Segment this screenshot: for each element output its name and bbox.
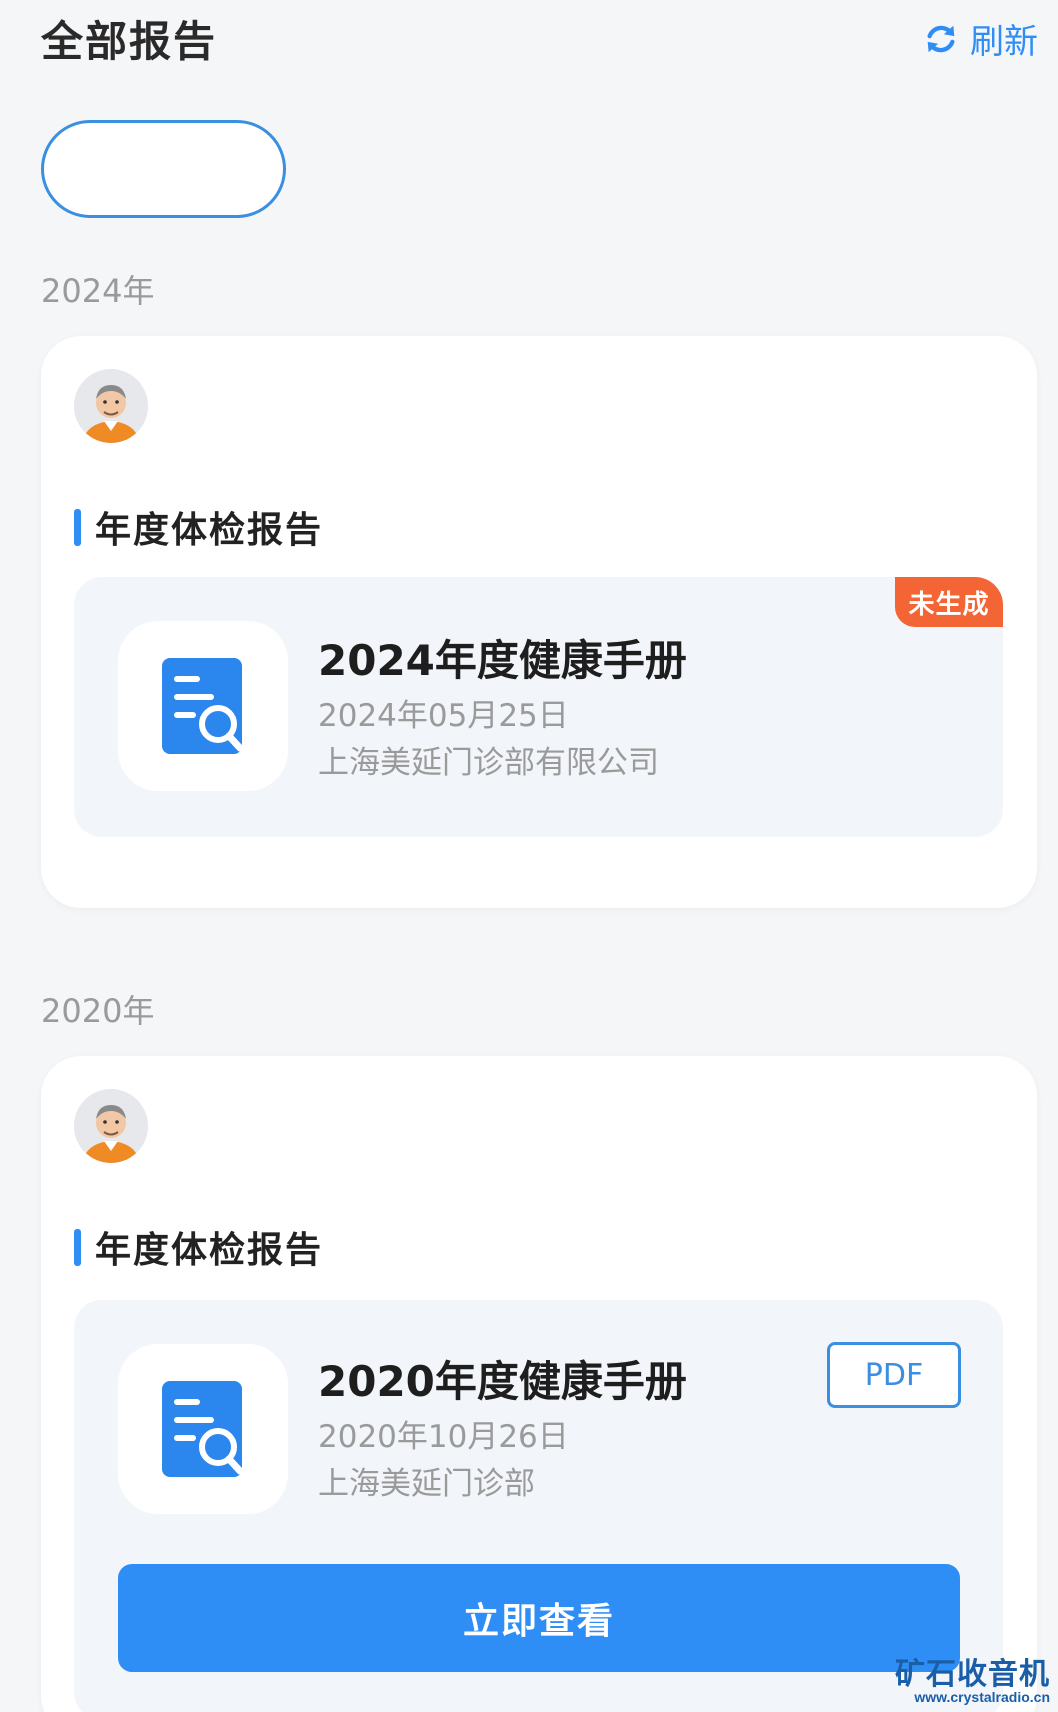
person-selector[interactable] <box>41 120 286 218</box>
section-title-text: 年度体检报告 <box>95 1230 324 1271</box>
reports-page: 全部报告 刷新 2024年 年度体检报告 2024年度健康手册 2024年05月… <box>0 0 1058 1712</box>
view-now-button[interactable]: 立即查看 <box>118 1564 960 1672</box>
section-title-bar <box>74 508 81 546</box>
report-card-2020: 年度体检报告 2020年度健康手册 2020年10月26日 上海美延门诊部 PD… <box>41 1056 1037 1712</box>
refresh-label: 刷新 <box>970 22 1038 62</box>
watermark-url: www.crystalradio.cn <box>914 1689 1050 1705</box>
report-date: 2020年10月26日 <box>318 1419 569 1455</box>
report-name: 2024年度健康手册 <box>318 636 687 685</box>
section-title: 年度体检报告 <box>74 501 323 553</box>
avatar-icon <box>74 369 148 443</box>
header: 全部报告 刷新 <box>0 0 1058 80</box>
year-label-2020: 2020年 <box>41 992 155 1030</box>
watermark-text: 矿石收音机 <box>895 1657 1050 1692</box>
report-organization: 上海美延门诊部有限公司 <box>318 745 659 781</box>
avatar-icon <box>74 1089 148 1163</box>
report-organization: 上海美延门诊部 <box>318 1466 535 1502</box>
section-title: 年度体检报告 <box>74 1221 323 1273</box>
section-title-text: 年度体检报告 <box>95 510 324 551</box>
document-search-icon <box>162 1381 244 1477</box>
avatar <box>74 1089 148 1163</box>
report-date: 2024年05月25日 <box>318 698 569 734</box>
document-search-icon <box>162 658 244 754</box>
avatar <box>74 369 148 443</box>
watermark: 矿石收音机 www.crystalradio.cn <box>895 1657 1050 1705</box>
status-badge: 未生成 <box>895 577 1003 627</box>
report-name: 2020年度健康手册 <box>318 1357 687 1406</box>
document-tile <box>118 621 288 791</box>
report-card-2024: 年度体检报告 2024年度健康手册 2024年05月25日 上海美延门诊部有限公… <box>41 336 1037 908</box>
year-label-2024: 2024年 <box>41 272 155 310</box>
report-item[interactable]: 2024年度健康手册 2024年05月25日 上海美延门诊部有限公司 未生成 <box>74 577 1003 837</box>
pdf-button[interactable]: PDF <box>827 1342 961 1408</box>
refresh-button[interactable]: 刷新 <box>922 14 1038 63</box>
page-title: 全部报告 <box>41 17 218 66</box>
refresh-icon <box>927 25 955 52</box>
section-title-bar <box>74 1228 81 1266</box>
document-tile <box>118 1344 288 1514</box>
